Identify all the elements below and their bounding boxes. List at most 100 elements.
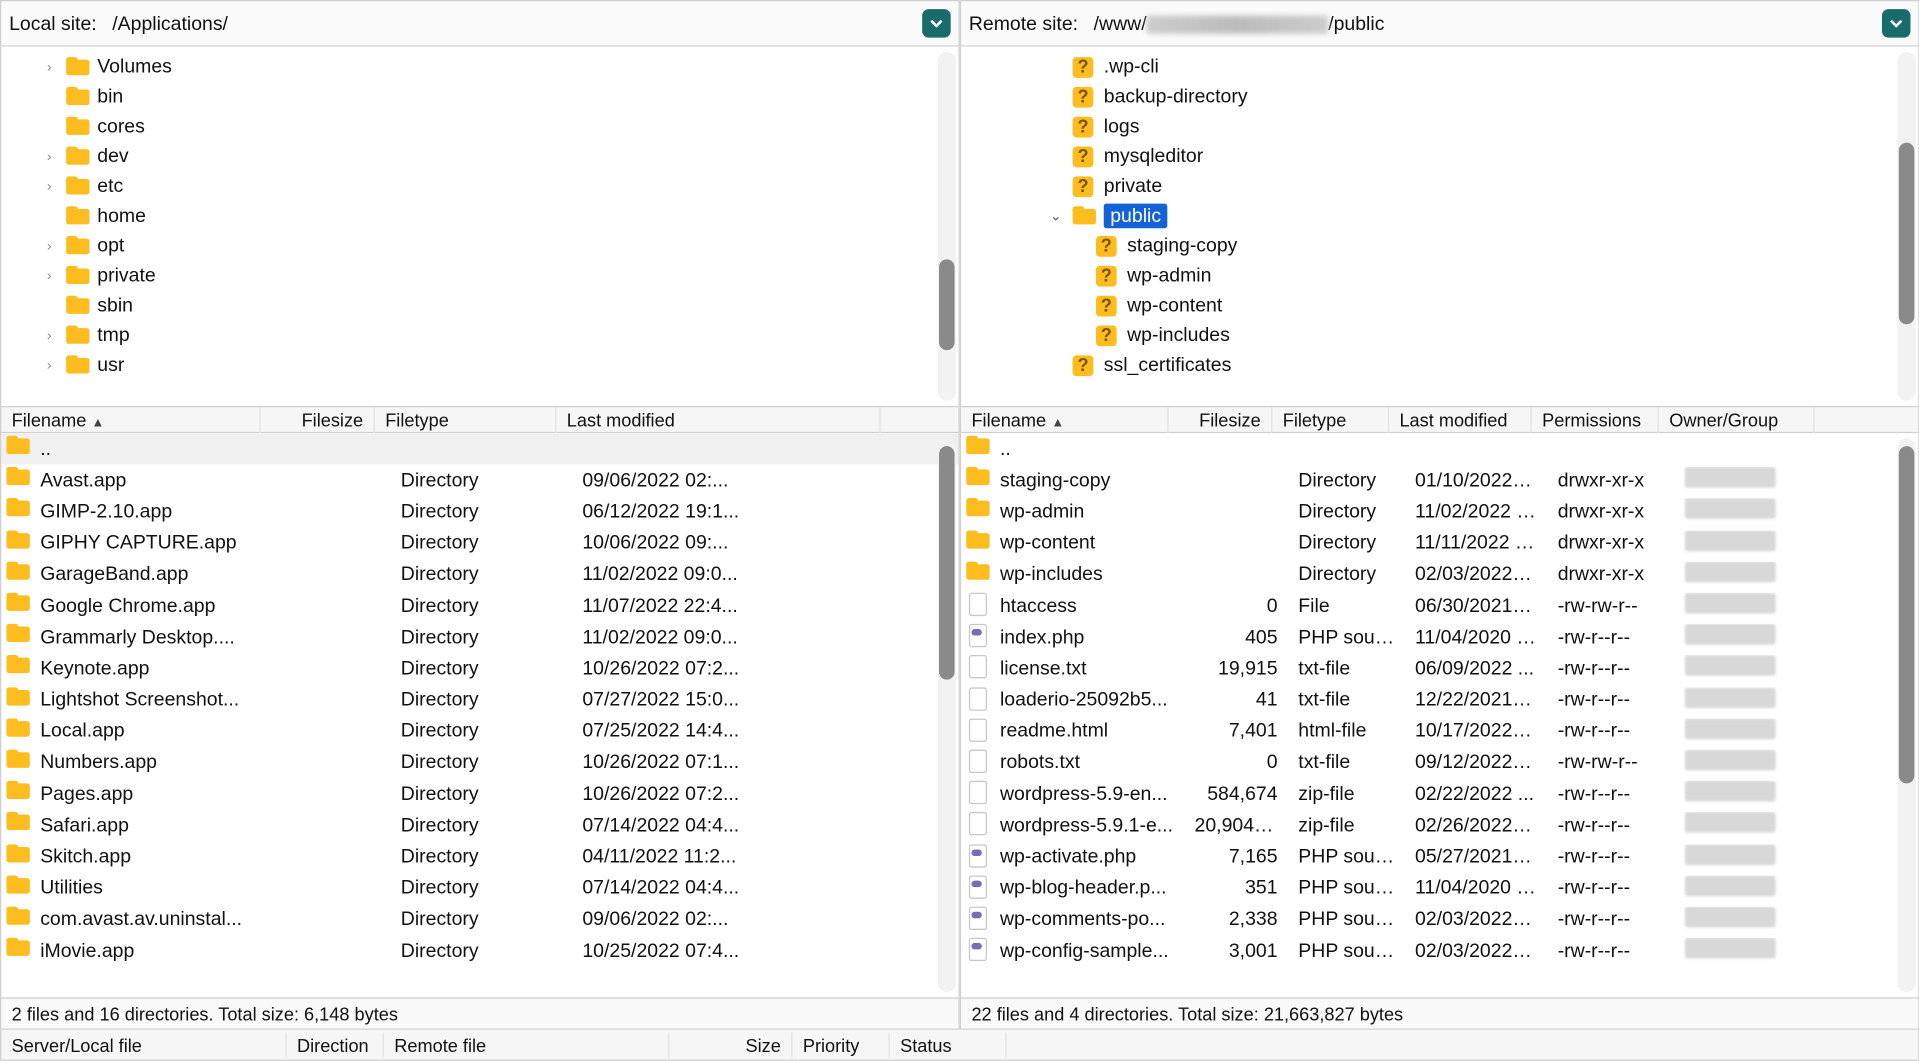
local-file-list[interactable]: ..Avast.appDirectory09/06/2022 02:...GIM… [0,433,960,998]
qcol-direction[interactable]: Direction [287,1032,384,1058]
tree-item-public[interactable]: ⌄public [961,201,1918,231]
file-row[interactable]: UtilitiesDirectory07/14/2022 04:4... [1,872,958,903]
file-row[interactable]: Google Chrome.appDirectory11/07/2022 22:… [1,590,958,621]
chevron-right-icon[interactable]: › [40,149,58,165]
tree-item-wp-admin[interactable]: ›wp-admin [961,261,1918,291]
file-row[interactable]: Avast.appDirectory09/06/2022 02:... [1,465,958,496]
file-row[interactable]: readme.html7,401html-file10/17/2022 1...… [961,716,1918,747]
remote-file-list[interactable]: ..staging-copyDirectory01/10/2022 0...dr… [960,433,1919,998]
qcol-size[interactable]: Size [669,1032,792,1058]
file-row[interactable]: wp-includesDirectory02/03/2022 1...drwxr… [961,559,1918,590]
scrollbar[interactable] [1898,52,1916,401]
qcol-remotefile[interactable]: Remote file [384,1032,669,1058]
col-filetype[interactable]: Filetype [1272,407,1389,433]
chevron-down-icon [1888,16,1904,32]
remote-path-dropdown[interactable] [1882,9,1911,38]
file-row[interactable]: Pages.appDirectory10/26/2022 07:2... [1,778,958,809]
scrollbar[interactable] [938,52,956,401]
tree-item-ssl-certificates[interactable]: ›ssl_certificates [961,350,1918,380]
file-row[interactable]: Safari.appDirectory07/14/2022 04:4... [1,810,958,841]
col-filename[interactable]: Filename▲ [1,407,260,433]
tree-item-staging-copy[interactable]: ›staging-copy [961,231,1918,261]
remote-directory-tree[interactable]: ›.wp-cli›backup-directory›logs›mysqledit… [960,47,1919,408]
local-path-dropdown[interactable] [922,9,951,38]
file-row[interactable]: com.avast.av.uninstal...Directory09/06/2… [1,904,958,935]
file-row[interactable]: Numbers.appDirectory10/26/2022 07:1... [1,747,958,778]
parent-dir-row[interactable]: .. [1,433,958,464]
file-row[interactable]: index.php405PHP sour...11/04/2020 2...-r… [961,621,1918,652]
file-row[interactable]: staging-copyDirectory01/10/2022 0...drwx… [961,465,1918,496]
tree-item-wp-includes[interactable]: ›wp-includes [961,320,1918,350]
tree-item-usr[interactable]: ›usr [1,350,958,380]
scrollbar[interactable] [938,438,956,992]
file-permissions: drwxr-xr-x [1547,563,1674,585]
qcol-serverfile[interactable]: Server/Local file [1,1032,286,1058]
tree-item-mysqleditor[interactable]: ›mysqleditor [961,141,1918,171]
scrollbar-thumb[interactable] [1899,446,1915,783]
file-row[interactable]: wp-adminDirectory11/02/2022 1...drwxr-xr… [961,496,1918,527]
file-row[interactable]: GIPHY CAPTURE.appDirectory10/06/2022 09:… [1,527,958,558]
chevron-right-icon[interactable]: › [40,59,58,75]
file-row[interactable]: wp-config-sample...3,001PHP sour...02/03… [961,935,1918,966]
file-row[interactable]: GIMP-2.10.appDirectory06/12/2022 19:1... [1,496,958,527]
chevron-right-icon[interactable]: › [40,327,58,343]
scrollbar[interactable] [1898,438,1916,992]
chevron-right-icon[interactable]: › [40,268,58,284]
tree-item-tmp[interactable]: ›tmp [1,320,958,350]
tree-item-logs[interactable]: ›logs [961,112,1918,142]
chevron-right-icon[interactable]: › [40,178,58,194]
tree-item-volumes[interactable]: ›Volumes [1,52,958,82]
file-row[interactable]: Lightshot Screenshot...Directory07/27/20… [1,684,958,715]
file-row[interactable]: wordpress-5.9.1-e...20,904,4...zip-file0… [961,810,1918,841]
chevron-right-icon[interactable]: › [40,238,58,254]
file-row[interactable]: loaderio-25092b5...41txt-file12/22/2021 … [961,684,1918,715]
tree-item-opt[interactable]: ›opt [1,231,958,261]
file-row[interactable]: htaccess0File06/30/2021 1...-rw-rw-r-- [961,590,1918,621]
tree-item-wp-content[interactable]: ›wp-content [961,291,1918,321]
file-row[interactable]: Keynote.appDirectory10/26/2022 07:2... [1,653,958,684]
scrollbar-thumb[interactable] [1899,143,1915,325]
file-row[interactable]: wp-activate.php7,165PHP sour...05/27/202… [961,841,1918,872]
col-filename[interactable]: Filename▲ [961,407,1169,433]
col-filesize[interactable]: Filesize [261,407,375,433]
folder-icon [66,56,89,77]
qcol-priority[interactable]: Priority [792,1032,889,1058]
file-row[interactable]: wp-contentDirectory11/11/2022 0...drwxr-… [961,527,1918,558]
scrollbar-thumb[interactable] [939,446,955,679]
tree-item-private[interactable]: ›private [961,171,1918,201]
local-site-path[interactable]: /Applications/ [107,10,912,37]
qcol-status[interactable]: Status [890,1032,1007,1058]
file-row[interactable]: wordpress-5.9-en...584,674zip-file02/22/… [961,778,1918,809]
col-owner[interactable]: Owner/Group [1659,407,1815,433]
file-row[interactable]: license.txt19,915txt-file06/09/2022 ...-… [961,653,1918,684]
file-row[interactable]: Local.appDirectory07/25/2022 14:4... [1,716,958,747]
remote-site-path[interactable]: /www//public [1088,10,1871,37]
file-permissions: -rw-r--r-- [1547,940,1674,962]
col-permissions[interactable]: Permissions [1532,407,1659,433]
file-row[interactable]: wp-comments-po...2,338PHP sour...02/03/2… [961,904,1918,935]
col-filesize[interactable]: Filesize [1169,407,1273,433]
local-directory-tree[interactable]: ›Volumes›bin›cores›dev›etc›home›opt›priv… [0,47,960,408]
file-row[interactable]: GarageBand.appDirectory11/02/2022 09:0..… [1,559,958,590]
col-filetype[interactable]: Filetype [375,407,557,433]
col-lastmod[interactable]: Last modified [556,407,880,433]
file-row[interactable]: Grammarly Desktop....Directory11/02/2022… [1,621,958,652]
tree-item-private[interactable]: ›private [1,261,958,291]
tree-item-sbin[interactable]: ›sbin [1,291,958,321]
chevron-icon[interactable]: ⌄ [1047,208,1065,225]
scrollbar-thumb[interactable] [939,259,955,350]
tree-item-etc[interactable]: ›etc [1,171,958,201]
col-lastmod[interactable]: Last modified [1389,407,1532,433]
tree-item--wp-cli[interactable]: ›.wp-cli [961,52,1918,82]
file-row[interactable]: wp-blog-header.p...351PHP sour...11/04/2… [961,872,1918,903]
file-row[interactable]: robots.txt0txt-file09/12/2022 1...-rw-rw… [961,747,1918,778]
tree-item-cores[interactable]: ›cores [1,112,958,142]
file-row[interactable]: Skitch.appDirectory04/11/2022 11:2... [1,841,958,872]
tree-item-bin[interactable]: ›bin [1,82,958,112]
tree-item-home[interactable]: ›home [1,201,958,231]
file-row[interactable]: iMovie.appDirectory10/25/2022 07:4... [1,935,958,966]
tree-item-backup-directory[interactable]: ›backup-directory [961,82,1918,112]
tree-item-dev[interactable]: ›dev [1,141,958,171]
chevron-right-icon[interactable]: › [40,357,58,373]
parent-dir-row[interactable]: .. [961,433,1918,464]
